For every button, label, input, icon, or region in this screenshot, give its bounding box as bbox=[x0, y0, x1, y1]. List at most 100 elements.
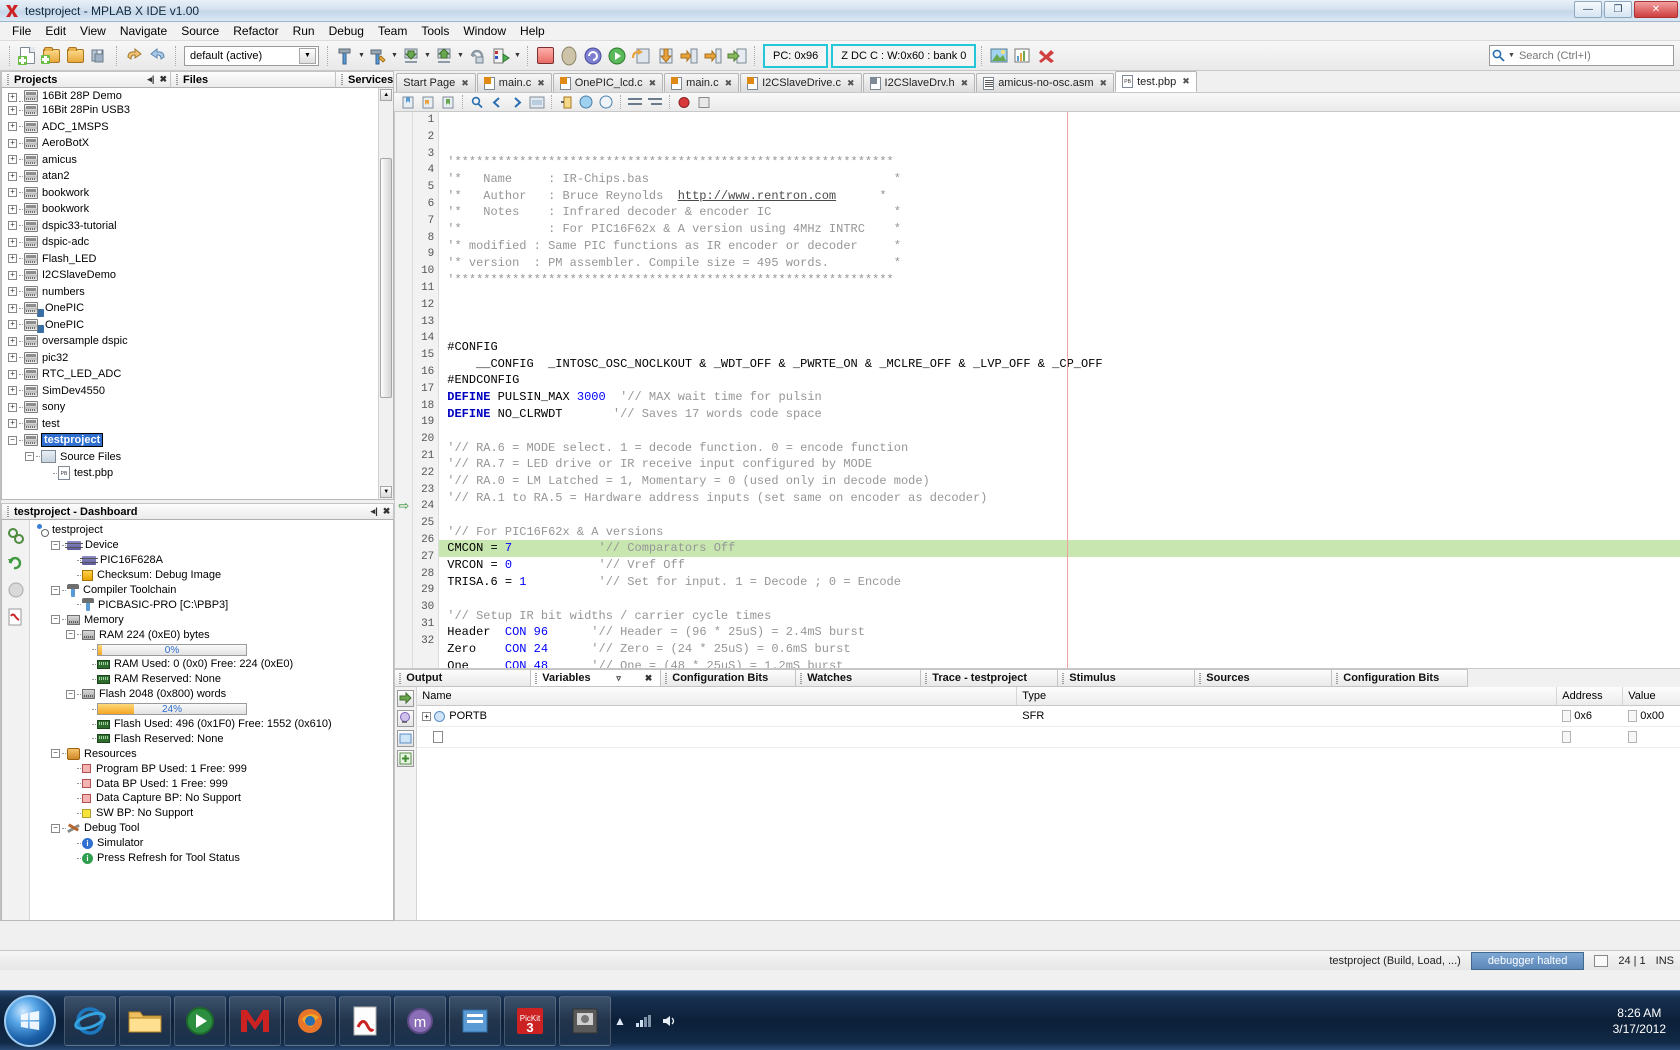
value-edit-icon[interactable] bbox=[1628, 710, 1637, 722]
drag-grip[interactable] bbox=[1062, 673, 1064, 684]
project-tree-item[interactable]: −testproject bbox=[2, 432, 393, 449]
glyph-slot[interactable] bbox=[395, 213, 412, 230]
project-tree-item[interactable]: +16Bit 28P Demo bbox=[2, 88, 393, 102]
tree-expander-icon[interactable]: − bbox=[66, 630, 75, 639]
code-line[interactable] bbox=[447, 288, 1680, 305]
watch-value-cell[interactable] bbox=[1623, 727, 1680, 748]
glyph-slot[interactable] bbox=[395, 582, 412, 599]
code-line[interactable] bbox=[447, 591, 1680, 608]
drag-grip[interactable] bbox=[176, 74, 178, 85]
code-line[interactable]: '// RA.7 = LED drive or IR receive input… bbox=[447, 456, 1680, 473]
tree-expander-icon[interactable]: + bbox=[8, 221, 17, 230]
dashboard-tree-item[interactable]: −Memory bbox=[34, 612, 393, 627]
dashboard-tree-item[interactable]: Checksum: Debug Image bbox=[34, 568, 393, 583]
glyph-slot[interactable] bbox=[395, 230, 412, 247]
editor-tab-main-c[interactable]: main.c✖ bbox=[477, 73, 552, 92]
tree-expander-icon[interactable]: − bbox=[51, 615, 60, 624]
dashboard-tree-item[interactable]: RAM Reserved: None bbox=[34, 672, 393, 687]
dashboard-tree-item[interactable]: −Debug Tool bbox=[34, 821, 393, 836]
dashboard-tree-item[interactable]: testproject bbox=[34, 523, 393, 538]
code-line[interactable]: #CONFIG bbox=[447, 339, 1680, 356]
dashboard-tree-item[interactable]: −Resources bbox=[34, 746, 393, 761]
glyph-slot[interactable] bbox=[395, 162, 412, 179]
close-analysis-button[interactable] bbox=[1035, 44, 1059, 68]
watch-table[interactable]: NameTypeAddressValue +PORTBSFR0x60x00 bbox=[417, 687, 1680, 920]
glyph-slot[interactable] bbox=[395, 364, 412, 381]
project-tree-item[interactable]: −Source Files bbox=[2, 449, 393, 466]
bottom-tab-configuration-bits[interactable]: Configuration Bits bbox=[660, 669, 795, 687]
code-line[interactable]: '// RA.0 = LM Latched = 1, Momentary = 0… bbox=[447, 473, 1680, 490]
bottom-tab-stimulus[interactable]: Stimulus bbox=[1057, 669, 1194, 687]
project-tree-item[interactable]: +I2CSlaveDemo bbox=[2, 267, 393, 284]
taskbar-firefox[interactable] bbox=[284, 996, 336, 1046]
make-and-program-button[interactable] bbox=[399, 44, 423, 68]
code-line[interactable]: '* modified : Same PIC functions as IR e… bbox=[447, 238, 1680, 255]
menu-window[interactable]: Window bbox=[456, 22, 513, 40]
step-over-button[interactable] bbox=[629, 44, 653, 68]
close-tab-icon[interactable]: ✖ bbox=[1100, 78, 1108, 89]
search-dropdown-icon[interactable]: ▼ bbox=[1508, 52, 1515, 59]
glyph-slot[interactable] bbox=[395, 146, 412, 163]
drag-grip[interactable] bbox=[800, 673, 802, 684]
glyph-slot[interactable] bbox=[395, 515, 412, 532]
bottom-tab-trace-testproject[interactable]: Trace - testproject bbox=[920, 669, 1057, 687]
dashboard-tree-item[interactable]: Program BP Used: 1 Free: 999 bbox=[34, 761, 393, 776]
glyph-slot[interactable] bbox=[395, 129, 412, 146]
project-properties-button[interactable] bbox=[6, 527, 26, 547]
close-tab-icon[interactable]: ✖ bbox=[961, 78, 969, 89]
value-edit-icon[interactable] bbox=[1628, 731, 1637, 743]
editor-tab-test-pbp[interactable]: PBtest.pbp✖ bbox=[1115, 71, 1197, 92]
dashboard-tree-item[interactable]: 24% bbox=[34, 702, 393, 717]
menu-help[interactable]: Help bbox=[513, 22, 552, 40]
address-edit-icon[interactable] bbox=[1562, 731, 1571, 743]
tray-expand-icon[interactable]: ▲ bbox=[614, 1014, 626, 1028]
start-button[interactable] bbox=[4, 995, 56, 1047]
code-line[interactable]: #ENDCONFIG bbox=[447, 372, 1680, 389]
scroll-up-icon[interactable]: ▲ bbox=[380, 89, 392, 101]
project-tree-item[interactable]: +test bbox=[2, 416, 393, 433]
tree-expander-icon[interactable]: − bbox=[51, 541, 60, 550]
menu-view[interactable]: View bbox=[73, 22, 113, 40]
bottom-tab-watches[interactable]: Watches bbox=[795, 669, 920, 687]
new-project-button[interactable] bbox=[39, 44, 63, 68]
glyph-slot[interactable] bbox=[395, 549, 412, 566]
minimize-panel-icon[interactable]: ◂| bbox=[147, 74, 154, 85]
code-line[interactable]: __CONFIG _INTOSC_OSC_NOCLKOUT & _WDT_OFF… bbox=[447, 356, 1680, 373]
taskbar-mplab-x[interactable] bbox=[229, 996, 281, 1046]
files-tab[interactable]: Files bbox=[171, 71, 336, 88]
minimize-button[interactable]: — bbox=[1574, 1, 1602, 18]
toggle-highlight-button[interactable] bbox=[527, 93, 547, 111]
glyph-slot[interactable] bbox=[395, 314, 412, 331]
add-watch-button[interactable] bbox=[397, 690, 414, 707]
shift-lines-left-button[interactable] bbox=[625, 93, 645, 111]
watch-table-row[interactable]: +PORTBSFR0x60x00 bbox=[417, 706, 1680, 727]
close-tab-icon[interactable]: ✖ bbox=[461, 78, 469, 89]
code-line[interactable]: '// For PIC16F62x & A versions bbox=[447, 524, 1680, 541]
project-tree-item[interactable]: +dspic-adc bbox=[2, 234, 393, 251]
dashboard-tree-item[interactable]: −RAM 224 (0xE0) bytes bbox=[34, 627, 393, 642]
column-header-name[interactable]: Name bbox=[417, 687, 1017, 705]
editor-code-content[interactable]: '***************************************… bbox=[439, 112, 1680, 668]
find-button[interactable] bbox=[467, 93, 487, 111]
close-tab-icon[interactable]: ✖ bbox=[1182, 76, 1190, 87]
column-header-type[interactable]: Type bbox=[1017, 687, 1557, 705]
menu-source[interactable]: Source bbox=[174, 22, 226, 40]
taskbar-app-grey[interactable] bbox=[559, 996, 611, 1046]
dashboard-tree-item[interactable]: Data Capture BP: No Support bbox=[34, 791, 393, 806]
add-new-watch-button[interactable] bbox=[397, 750, 414, 767]
drag-grip[interactable] bbox=[925, 673, 927, 684]
project-tree-item[interactable]: +sony bbox=[2, 399, 393, 416]
watch-value-cell[interactable]: 0x00 bbox=[1623, 706, 1680, 727]
menu-tools[interactable]: Tools bbox=[414, 22, 456, 40]
watch-table-row[interactable] bbox=[417, 727, 1680, 748]
chevron-down-icon[interactable]: ▼ bbox=[299, 48, 316, 64]
bottom-tab-variables[interactable]: Variables▿✖ bbox=[530, 669, 660, 687]
editor-tab-i2cslavedrv-h[interactable]: I2CSlaveDrv.h✖ bbox=[863, 73, 976, 92]
build-project-button[interactable] bbox=[333, 44, 357, 68]
read-device-button[interactable] bbox=[432, 44, 456, 68]
shift-lines-right-button[interactable] bbox=[645, 93, 665, 111]
device-info-button[interactable] bbox=[6, 581, 26, 601]
project-tree-item[interactable]: +bookwork bbox=[2, 185, 393, 202]
glyph-slot[interactable] bbox=[395, 465, 412, 482]
code-line[interactable]: TRISA.6 = 1 '// Set for input. 1 = Decod… bbox=[447, 574, 1680, 591]
